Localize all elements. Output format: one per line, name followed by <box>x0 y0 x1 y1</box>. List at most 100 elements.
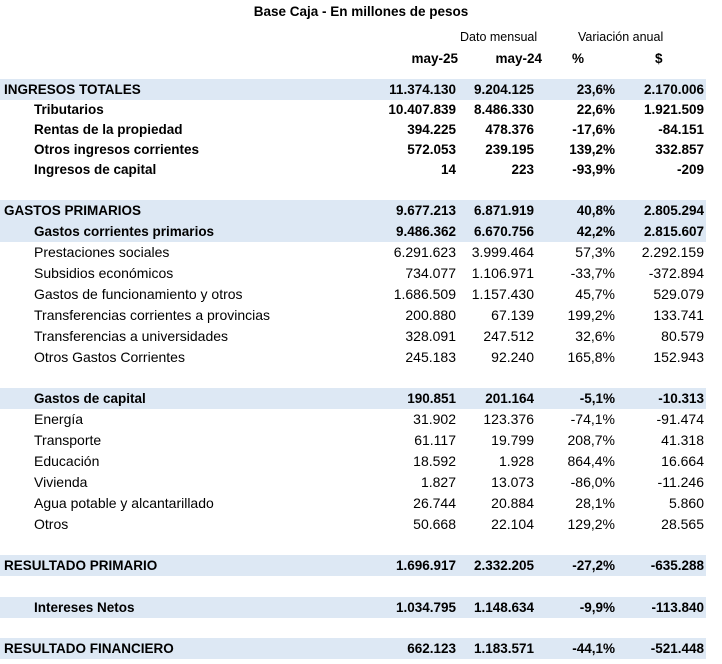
variation-pct: -86,0% <box>570 474 615 490</box>
table-row: Agua potable y alcantarillado 26.744 20.88… <box>0 493 706 514</box>
variation-pct: 199,2% <box>567 307 615 323</box>
row-label: Otros Gastos Corrientes <box>34 349 185 365</box>
row-label: Rentas de la propiedad <box>34 122 183 137</box>
variation-pct: 208,7% <box>567 432 615 448</box>
variation-pct: -33,7% <box>570 265 615 281</box>
value-may-24: 20.884 <box>491 495 534 511</box>
row-label: GASTOS PRIMARIOS <box>4 203 142 218</box>
row-label: Otros ingresos corrientes <box>34 142 200 157</box>
variation-amount: -209 <box>676 162 704 177</box>
table-row: Otros ingresos corrientes 572.053 239.195 1… <box>0 139 706 160</box>
row-label: Gastos de capital <box>34 391 146 406</box>
value-may-25: 9.486.362 <box>395 224 456 239</box>
variation-pct: -44,1% <box>572 641 615 656</box>
value-may-25: 245.183 <box>405 349 456 365</box>
value-may-24: 92.240 <box>491 349 534 365</box>
variation-pct: 165,8% <box>567 349 615 365</box>
value-may-25: 11.374.130 <box>389 82 456 97</box>
row-label: Transferencias corrientes a provincias <box>34 307 271 323</box>
value-may-25: 394.225 <box>407 122 456 137</box>
value-may-25: 26.744 <box>413 495 456 511</box>
value-may-25: 14 <box>440 162 456 177</box>
table-row: Intereses Netos 1.034.795 1.148.634 -9,9% -1… <box>0 597 706 618</box>
variation-amount: 529.079 <box>653 286 704 302</box>
row-label: Ingresos de capital <box>34 162 157 177</box>
table-row: GASTOS PRIMARIOS 9.677.213 6.871.919 40,8% 2… <box>0 200 706 221</box>
variation-amount: 2.805.294 <box>643 203 704 218</box>
value-may-25: 1.827 <box>420 474 456 490</box>
variation-amount: 332.857 <box>655 142 704 157</box>
variation-amount: -11.246 <box>657 474 704 490</box>
variation-pct: -27,2% <box>572 558 615 573</box>
header-variacion-anual: Variación anual <box>578 30 664 44</box>
value-may-25: 572.053 <box>407 142 456 157</box>
variation-pct: -9,9% <box>579 600 615 615</box>
table-row: Transferencias corrientes a provincias 20… <box>0 305 706 326</box>
row-label: Intereses Netos <box>34 600 135 615</box>
value-may-24: 9.204.125 <box>473 82 534 97</box>
variation-pct: 57,3% <box>575 244 615 260</box>
variation-amount: -521.448 <box>650 641 704 656</box>
value-may-25: 1.034.795 <box>395 600 456 615</box>
table-row: Transferencias a universidades 328.091 247… <box>0 326 706 347</box>
table-row: Educación 18.592 1.928 864,4% 16.664 <box>0 451 706 472</box>
variation-amount: -10.313 <box>658 391 704 406</box>
value-may-24: 1.183.571 <box>473 641 534 656</box>
row-label: Transporte <box>34 432 102 448</box>
value-may-25: 10.407.839 <box>388 102 456 117</box>
row-label: Gastos de funcionamiento y otros <box>34 286 243 302</box>
variation-pct: -74,1% <box>570 411 615 427</box>
variation-amount: -91.474 <box>656 411 704 427</box>
row-label: RESULTADO PRIMARIO <box>4 558 158 573</box>
variation-amount: 5.860 <box>668 495 704 511</box>
variation-pct: 23,6% <box>576 82 615 97</box>
header-dato-mensual: Dato mensual <box>460 30 538 44</box>
variation-pct: 22,6% <box>576 102 615 117</box>
row-label: Tributarios <box>34 102 104 117</box>
value-may-25: 190.851 <box>407 391 456 406</box>
row-label: Prestaciones sociales <box>34 244 170 260</box>
value-may-25: 9.677.213 <box>395 203 456 218</box>
variation-amount: 16.664 <box>661 453 704 469</box>
header-pct: % <box>572 51 585 66</box>
table-row: Gastos corrientes primarios 9.486.362 6.67… <box>0 221 706 242</box>
variation-pct: 32,6% <box>575 328 615 344</box>
header-dollar: $ <box>655 51 663 66</box>
variation-pct: 139,2% <box>569 142 615 157</box>
variation-amount: 80.579 <box>661 328 704 344</box>
value-may-25: 61.117 <box>414 432 456 448</box>
row-label: Subsidios económicos <box>34 265 174 281</box>
value-may-24: 247.512 <box>483 328 534 344</box>
value-may-24: 6.871.919 <box>473 203 534 218</box>
value-may-25: 1.686.509 <box>393 286 456 302</box>
variation-amount: 2.292.159 <box>641 244 704 260</box>
value-may-24: 1.928 <box>498 453 534 469</box>
value-may-24: 13.073 <box>491 474 534 490</box>
table-row: RESULTADO PRIMARIO 1.696.917 2.332.205 -27,… <box>0 555 706 576</box>
table-row: RESULTADO FINANCIERO 662.123 1.183.571 -44,… <box>0 638 706 659</box>
row-label: Transferencias a universidades <box>34 328 229 344</box>
value-may-24: 223 <box>511 162 534 177</box>
value-may-24: 478.376 <box>485 122 534 137</box>
value-may-25: 734.077 <box>405 265 456 281</box>
value-may-25: 1.696.917 <box>395 558 456 573</box>
table-row: Gastos de funcionamiento y otros 1.686.50… <box>0 284 706 305</box>
variation-amount: -113.840 <box>651 600 704 615</box>
table-row: INGRESOS TOTALES 11.374.130 9.204.125 23,6%… <box>0 79 706 100</box>
table-row: Prestaciones sociales 6.291.623 3.999.464 5… <box>0 242 706 263</box>
variation-amount: -635.288 <box>650 558 704 573</box>
variation-pct: 40,8% <box>576 203 615 218</box>
value-may-25: 6.291.623 <box>393 244 456 260</box>
value-may-24: 67.139 <box>491 307 534 323</box>
row-label: Gastos corrientes primarios <box>34 224 215 239</box>
variation-pct: -93,9% <box>572 162 615 177</box>
row-label: Otros <box>34 516 69 532</box>
variation-amount: 41.318 <box>661 432 704 448</box>
value-may-25: 200.880 <box>405 307 456 323</box>
variation-pct: 864,4% <box>567 453 615 469</box>
table-row: Tributarios 10.407.839 8.486.330 22,6% 1.921… <box>0 99 706 120</box>
value-may-24: 1.157.430 <box>471 286 534 302</box>
value-may-25: 328.091 <box>405 328 456 344</box>
variation-pct: 42,2% <box>576 224 615 239</box>
variation-pct: 45,7% <box>575 286 615 302</box>
